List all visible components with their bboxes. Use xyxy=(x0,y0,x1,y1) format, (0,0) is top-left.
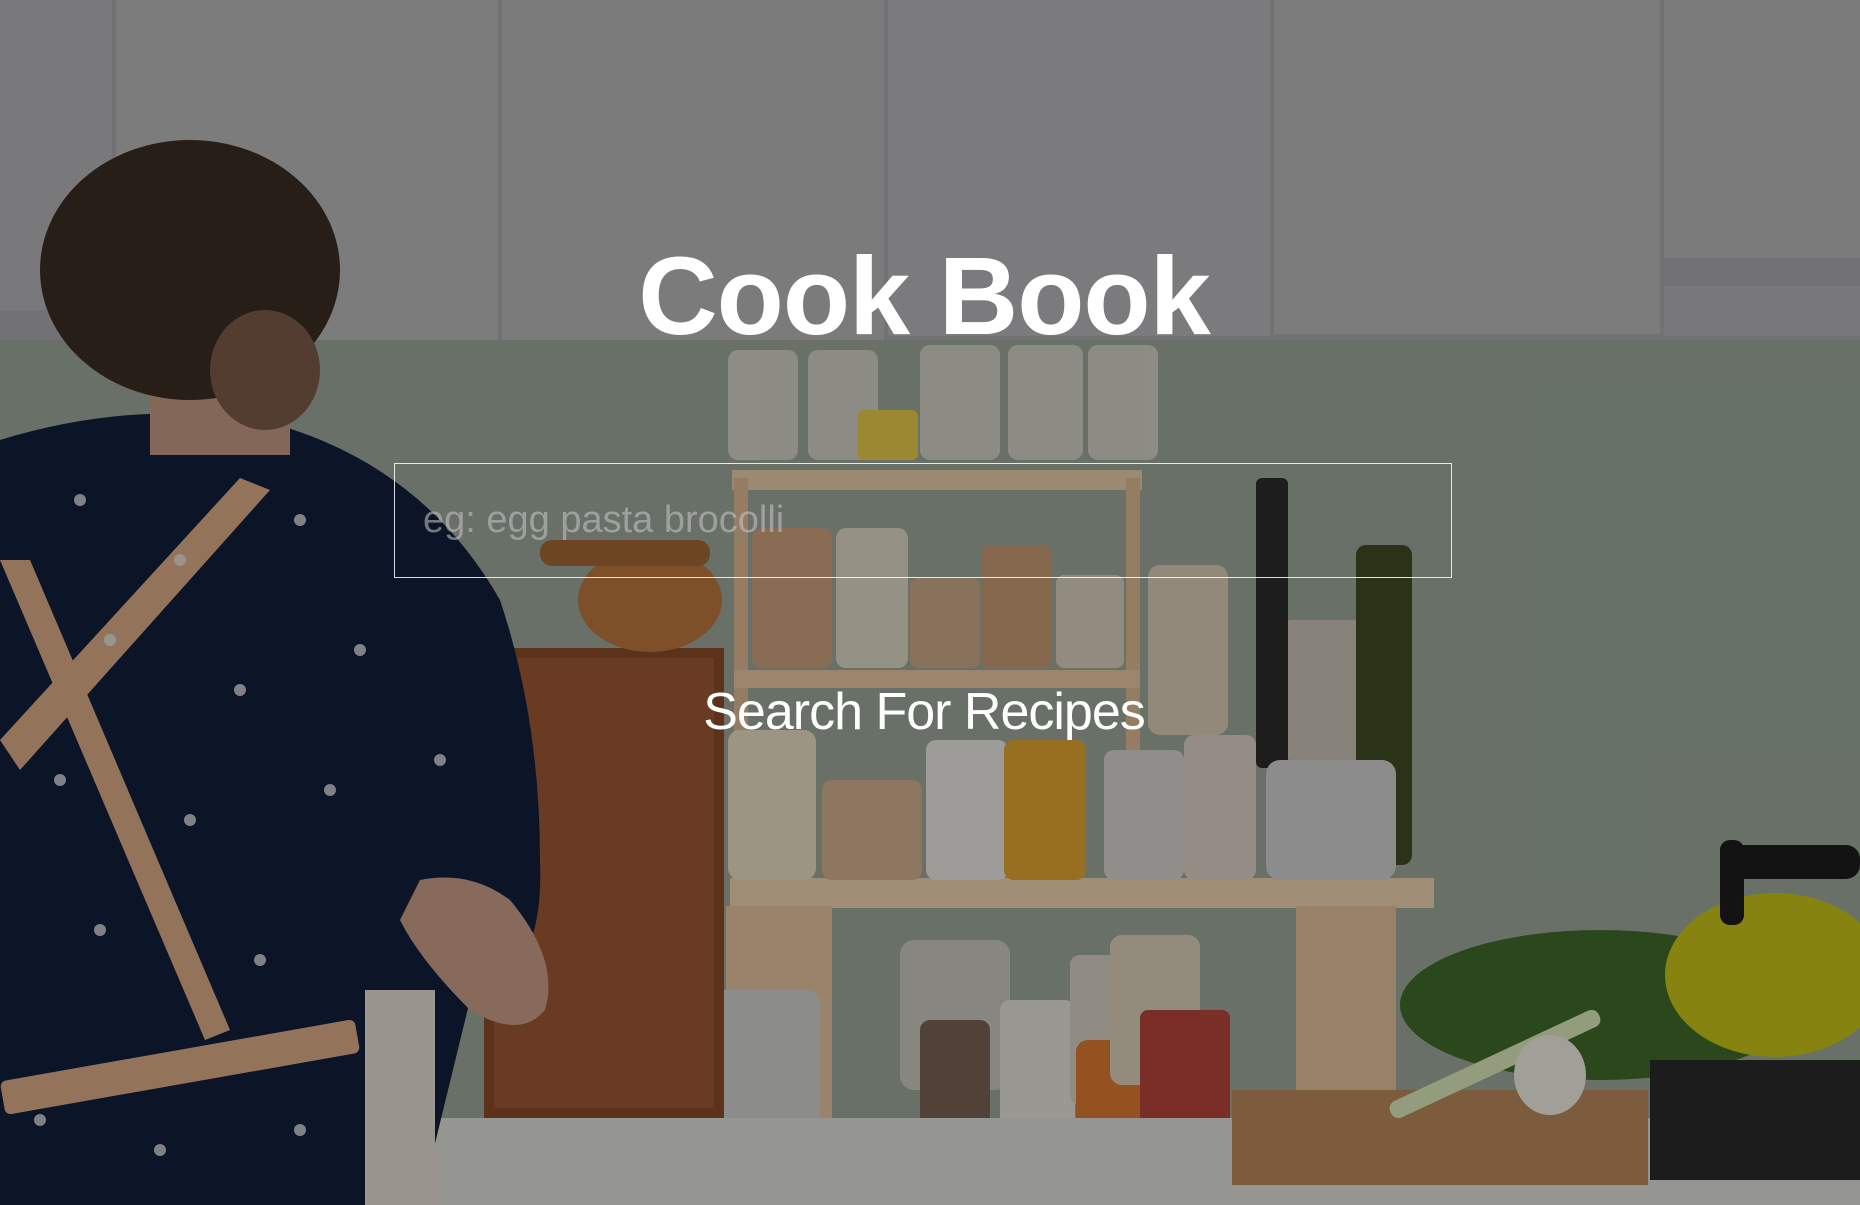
page-title: Cook Book xyxy=(638,235,1211,358)
hero-content: Cook Book Search For Recipes xyxy=(0,0,1860,1205)
search-recipes-button[interactable]: Search For Recipes xyxy=(620,672,1228,752)
hero-section: Cook Book Search For Recipes xyxy=(0,0,1860,1205)
search-input[interactable] xyxy=(394,463,1452,578)
